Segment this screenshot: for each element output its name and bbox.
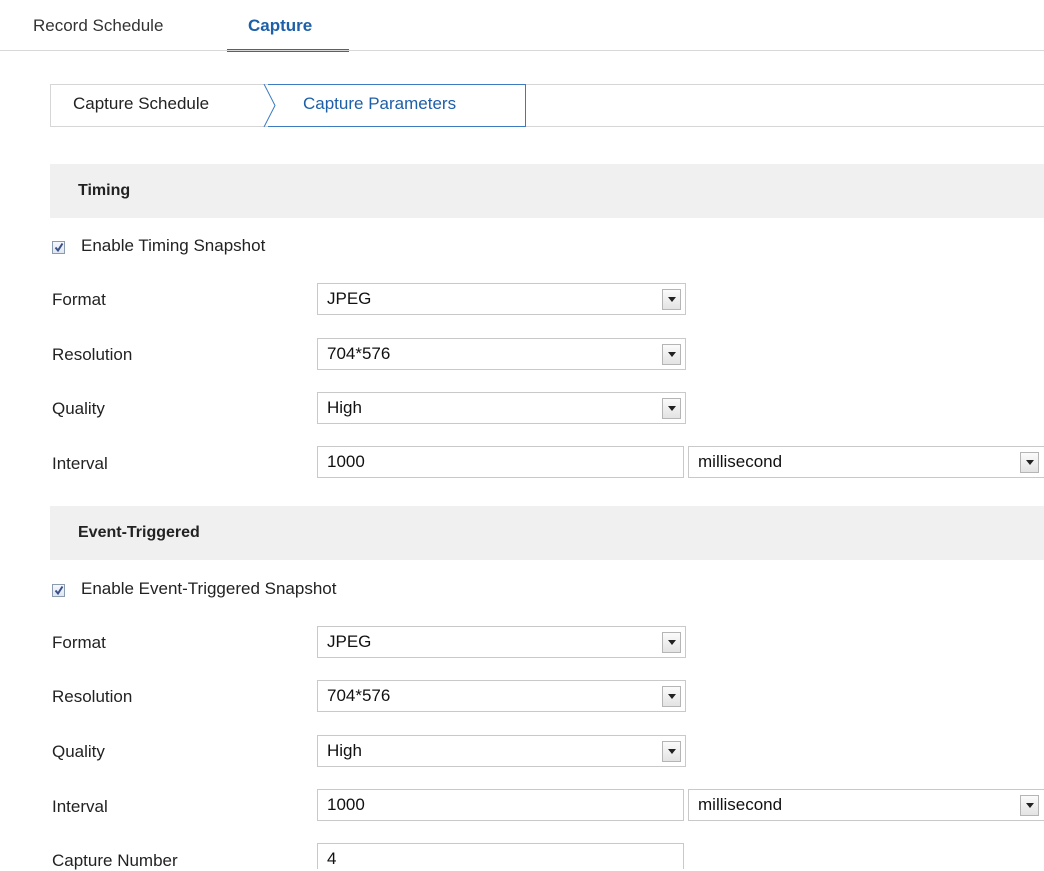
breadcrumb-chevron-icon — [263, 84, 276, 127]
timing-interval-input[interactable]: 1000 — [317, 446, 684, 478]
top-tab-bar: Record Schedule Capture — [0, 0, 1044, 52]
timing-quality-select[interactable]: High — [317, 392, 686, 424]
dropdown-arrow-icon[interactable] — [662, 741, 681, 762]
event-triggered-heading: Event-Triggered — [78, 524, 200, 541]
dropdown-arrow-icon[interactable] — [1020, 795, 1039, 816]
event-resolution-select[interactable]: 704*576 — [317, 680, 686, 712]
capture-number-input[interactable]: 4 — [317, 843, 684, 869]
event-interval-label: Interval — [52, 797, 108, 816]
capture-number-value: 4 — [327, 849, 337, 868]
dropdown-arrow-icon[interactable] — [1020, 452, 1039, 473]
tab-capture[interactable]: Capture — [248, 16, 312, 36]
tab-capture-schedule[interactable]: Capture Schedule — [73, 94, 209, 114]
timing-resolution-select[interactable]: 704*576 — [317, 338, 686, 370]
enable-timing-snapshot-checkbox[interactable] — [52, 241, 65, 254]
dropdown-arrow-icon[interactable] — [662, 686, 681, 707]
event-format-select[interactable]: JPEG — [317, 626, 686, 658]
event-resolution-label: Resolution — [52, 687, 133, 706]
timing-interval-unit-select[interactable]: millisecond — [688, 446, 1044, 478]
timing-interval-value: 1000 — [327, 452, 365, 471]
timing-quality-value: High — [327, 398, 362, 417]
checkmark-icon — [54, 585, 64, 596]
timing-resolution-label: Resolution — [52, 345, 133, 364]
event-interval-input[interactable]: 1000 — [317, 789, 684, 821]
event-triggered-section-header: Event-Triggered — [50, 506, 1044, 560]
dropdown-arrow-icon[interactable] — [662, 344, 681, 365]
timing-format-label: Format — [52, 290, 106, 309]
sub-tab-bar: Capture Schedule Capture Parameters — [50, 84, 1044, 127]
enable-event-snapshot-label: Enable Event-Triggered Snapshot — [81, 579, 337, 598]
tab-bar-divider — [0, 50, 1044, 51]
timing-heading: Timing — [78, 182, 131, 199]
timing-quality-label: Quality — [52, 399, 105, 418]
capture-number-label: Capture Number — [52, 851, 178, 870]
timing-format-value: JPEG — [327, 289, 372, 308]
timing-format-select[interactable]: JPEG — [317, 283, 686, 315]
enable-timing-snapshot-label: Enable Timing Snapshot — [81, 236, 266, 255]
checkmark-icon — [54, 242, 64, 253]
tab-capture-parameters[interactable]: Capture Parameters — [303, 94, 456, 114]
dropdown-arrow-icon[interactable] — [662, 289, 681, 310]
event-interval-unit-select[interactable]: millisecond — [688, 789, 1044, 821]
enable-event-snapshot-checkbox[interactable] — [52, 584, 65, 597]
timing-section-header: Timing — [50, 164, 1044, 218]
event-format-label: Format — [52, 633, 106, 652]
timing-interval-label: Interval — [52, 454, 108, 473]
timing-resolution-value: 704*576 — [327, 344, 391, 363]
event-format-value: JPEG — [327, 632, 372, 651]
event-quality-value: High — [327, 741, 362, 760]
timing-interval-unit-value: millisecond — [698, 452, 783, 471]
event-interval-value: 1000 — [327, 795, 365, 814]
dropdown-arrow-icon[interactable] — [662, 398, 681, 419]
tab-record-schedule[interactable]: Record Schedule — [33, 16, 163, 36]
event-quality-label: Quality — [52, 742, 105, 761]
dropdown-arrow-icon[interactable] — [662, 632, 681, 653]
event-resolution-value: 704*576 — [327, 686, 391, 705]
event-interval-unit-value: millisecond — [698, 795, 783, 814]
event-quality-select[interactable]: High — [317, 735, 686, 767]
